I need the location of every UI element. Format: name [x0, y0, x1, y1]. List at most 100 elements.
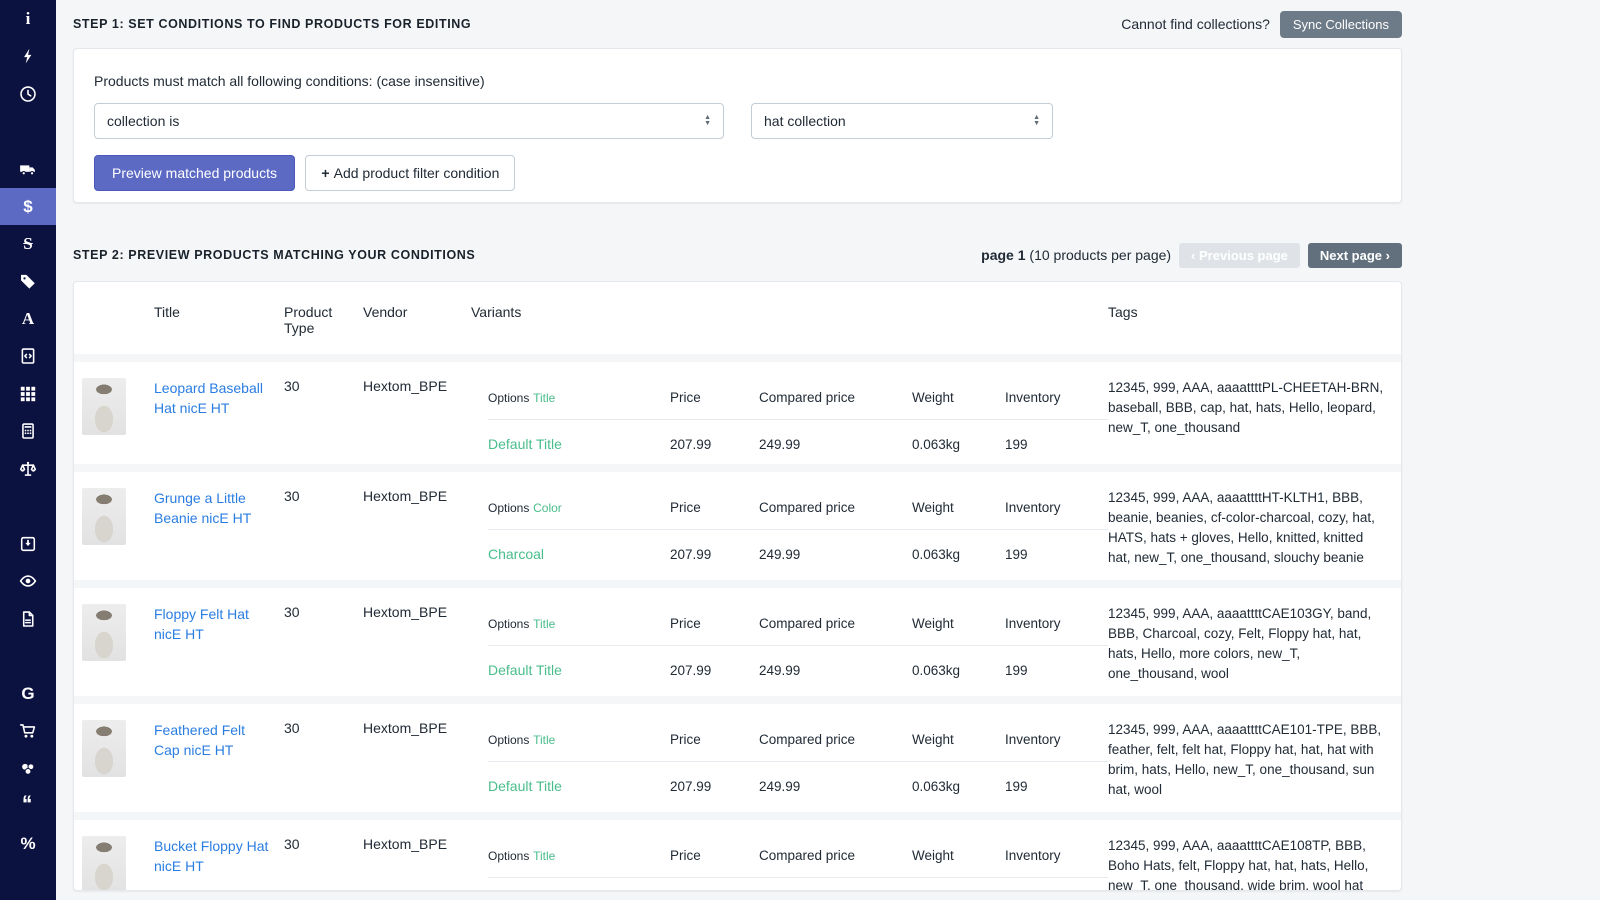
product-thumbnail[interactable] — [82, 488, 126, 545]
sidebar-item-compare[interactable] — [0, 450, 56, 488]
product-tags: 12345, 999, AAA, aaaattttCAE103GY, band,… — [1108, 604, 1402, 684]
condition-value-select[interactable]: hat collection ▲▼ — [751, 103, 1053, 139]
lightning-icon — [19, 47, 37, 65]
sidebar-item-export[interactable] — [0, 525, 56, 563]
product-row: Leopard Baseball Hat nicE HT 30 Hextom_B… — [74, 354, 1401, 464]
sidebar-item-quick-actions[interactable] — [0, 38, 56, 76]
pagination: page 1 (10 products per page) ‹ Previous… — [981, 243, 1402, 268]
product-vendor: Hextom_BPE — [363, 604, 471, 684]
product-tags: 12345, 999, AAA, aaaattttCAE101-TPE, BBB… — [1108, 720, 1402, 800]
product-vendor: Hextom_BPE — [363, 378, 471, 452]
table-header-row: Title Product Type Vendor Variants Tags — [74, 282, 1401, 354]
product-row: Floppy Felt Hat nicE HT 30 Hextom_BPE Op… — [74, 580, 1401, 696]
dollar-icon: $ — [23, 198, 32, 215]
sidebar-item-tags[interactable] — [0, 263, 56, 301]
percent-icon: % — [20, 835, 35, 852]
sync-collections-button[interactable]: Sync Collections — [1280, 11, 1402, 38]
product-thumbnail[interactable] — [82, 378, 126, 435]
condition-field-value: collection is — [107, 113, 179, 129]
cart-icon — [19, 722, 37, 740]
step1-header-bar: STEP 1: SET CONDITIONS TO FIND PRODUCTS … — [73, 0, 1402, 48]
select-stepper-icon: ▲▼ — [1033, 115, 1040, 127]
sidebar-item-price-editor[interactable]: $ — [0, 188, 56, 226]
truck-icon — [19, 160, 37, 178]
page-indicator: page 1 (10 products per page) — [981, 247, 1171, 263]
variants-subtable: Options Title Price Compared price Weigh… — [471, 836, 1108, 891]
eye-icon — [19, 572, 37, 590]
product-title-link[interactable]: Bucket Floppy Hat nicE HT — [154, 836, 284, 876]
option-name: Color — [533, 501, 562, 515]
product-title-link[interactable]: Feathered Felt Cap nicE HT — [154, 720, 284, 760]
condition-field-select[interactable]: collection is ▲▼ — [94, 103, 724, 139]
variants-subtable: Options Color Price Compared price Weigh… — [471, 488, 1108, 568]
product-tags: 12345, 999, AAA, aaaattttHT-KLTH1, BBB, … — [1108, 488, 1402, 568]
next-page-button[interactable]: Next page › — [1308, 243, 1402, 268]
col-header-tags: Tags — [1108, 304, 1402, 336]
step1-title: STEP 1: SET CONDITIONS TO FIND PRODUCTS … — [73, 17, 471, 31]
product-type: 30 — [284, 836, 363, 891]
product-vendor: Hextom_BPE — [363, 720, 471, 800]
sidebar-item-history[interactable] — [0, 75, 56, 113]
sidebar-item-discounts[interactable]: S — [0, 225, 56, 263]
product-title-link[interactable]: Grunge a Little Beanie nicE HT — [154, 488, 284, 528]
select-stepper-icon: ▲▼ — [704, 115, 711, 127]
google-icon: G — [21, 685, 34, 702]
option-name: Title — [533, 733, 555, 747]
sidebar-item-barcode[interactable] — [0, 638, 56, 676]
products-table: Title Product Type Vendor Variants Tags … — [73, 281, 1402, 891]
product-vendor: Hextom_BPE — [363, 488, 471, 568]
sync-help-text: Cannot find collections? — [1121, 16, 1270, 32]
product-type: 30 — [284, 720, 363, 800]
variant-row: Default Title207.99249.990.063kg199 — [488, 420, 1108, 452]
variant-row: Default Title207.99249.990.063kg199 — [488, 762, 1108, 794]
preview-matched-products-button[interactable]: Preview matched products — [94, 155, 295, 191]
sidebar-item-google[interactable]: G — [0, 675, 56, 713]
variant-row: Default Title207.99249.990.063kg199 — [488, 646, 1108, 678]
sidebar-item-percent[interactable]: % — [0, 825, 56, 863]
sidebar-item-info[interactable]: i — [0, 0, 56, 38]
sidebar-item-integrations[interactable] — [0, 750, 56, 788]
tag-icon — [19, 272, 37, 290]
col-header-vendor: Vendor — [363, 304, 471, 336]
sidebar-item-apps-grid[interactable] — [0, 375, 56, 413]
strikethrough-s-icon: S — [23, 235, 32, 252]
variant-row: Charcoal207.99249.990.063kg199 — [488, 530, 1108, 562]
scales-icon — [19, 460, 37, 478]
cluster-icon — [19, 760, 37, 778]
option-name: Title — [533, 849, 555, 863]
document-icon — [19, 610, 37, 628]
letter-a-icon: A — [22, 310, 34, 327]
variants-subtable: Options Title Price Compared price Weigh… — [471, 378, 1108, 452]
product-thumbnail[interactable] — [82, 604, 126, 661]
quotes-icon: ,, — [24, 795, 32, 817]
previous-page-button[interactable]: ‹ Previous page — [1179, 243, 1300, 268]
sidebar-item-shipping[interactable] — [0, 150, 56, 188]
col-header-variants: Variants — [471, 304, 1108, 336]
variants-header-row: Options Title Price Compared price Weigh… — [488, 616, 1108, 646]
sidebar-item-visibility[interactable] — [0, 563, 56, 601]
col-header-title: Title — [154, 304, 284, 336]
product-title-link[interactable]: Leopard Baseball Hat nicE HT — [154, 378, 284, 418]
product-vendor: Hextom_BPE — [363, 836, 471, 891]
product-thumbnail[interactable] — [82, 836, 126, 891]
sidebar-item-testimonials[interactable]: ,, — [0, 788, 56, 826]
sidebar-item-typography[interactable]: A — [0, 300, 56, 338]
add-filter-condition-button[interactable]: +Add product filter condition — [305, 155, 515, 191]
clock-icon — [19, 85, 37, 103]
chevron-right-icon: › — [1386, 248, 1390, 263]
calculator-icon — [19, 422, 37, 440]
sidebar-item-cart[interactable] — [0, 713, 56, 751]
app-root: i $ S A G,,% STEP 1: SET CONDITIONS TO FIND … — [0, 0, 1600, 900]
product-row: Bucket Floppy Hat nicE HT 30 Hextom_BPE … — [74, 812, 1401, 891]
sidebar-item-code-file[interactable] — [0, 338, 56, 376]
grid-icon — [19, 385, 37, 403]
product-type: 30 — [284, 378, 363, 452]
sidebar-item-pages[interactable] — [0, 600, 56, 638]
sidebar-item-calculator[interactable] — [0, 413, 56, 451]
option-name: Title — [533, 391, 555, 405]
product-type: 30 — [284, 604, 363, 684]
product-title-link[interactable]: Floppy Felt Hat nicE HT — [154, 604, 284, 644]
col-header-product-type: Product Type — [284, 304, 363, 336]
product-thumbnail[interactable] — [82, 720, 126, 777]
product-row: Grunge a Little Beanie nicE HT 30 Hextom… — [74, 464, 1401, 580]
